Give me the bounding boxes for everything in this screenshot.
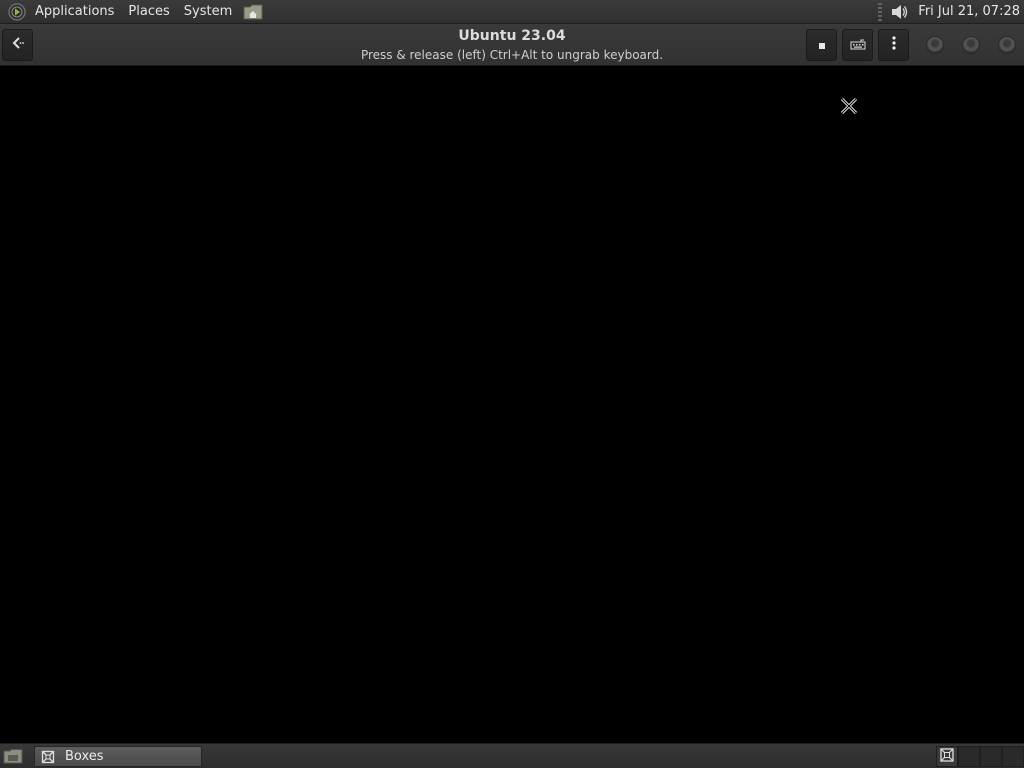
vm-title: Ubuntu 23.04 [458, 28, 566, 44]
workspace-window-icon [939, 747, 955, 767]
back-button[interactable] [2, 29, 33, 61]
boxes-headerbar: Ubuntu 23.04 Press & release (left) Ctrl… [0, 24, 1024, 66]
top-panel: Applications Places System Fri Jul 21, 0… [0, 0, 1024, 24]
home-folder-icon[interactable] [242, 1, 264, 23]
send-keys-button[interactable] [842, 29, 873, 61]
taskbar-item-label: Boxes [65, 749, 104, 764]
bottom-panel: Boxes [0, 743, 1024, 768]
minimize-icon[interactable] [926, 36, 944, 54]
speaker-volume-icon[interactable] [888, 1, 910, 23]
workspace-1[interactable] [936, 746, 958, 767]
workspace-3[interactable] [980, 746, 1002, 767]
stop-square-icon [817, 36, 827, 55]
kebab-menu-icon [891, 35, 897, 55]
workspace-4[interactable] [1002, 746, 1024, 767]
headerbar-title-block: Ubuntu 23.04 Press & release (left) Ctrl… [262, 24, 762, 66]
back-arrow-icon [10, 35, 26, 55]
maximize-icon[interactable] [962, 36, 980, 54]
show-desktop-icon[interactable] [2, 746, 24, 766]
menu-system[interactable]: System [177, 0, 239, 24]
grab-hint: Press & release (left) Ctrl+Alt to ungra… [360, 48, 664, 62]
distro-menu-icon[interactable] [6, 1, 28, 23]
menu-places[interactable]: Places [121, 0, 176, 24]
boxes-app-icon [39, 748, 57, 766]
taskbar-item-boxes[interactable]: Boxes [34, 746, 202, 767]
workspace-2[interactable] [958, 746, 980, 767]
vm-display[interactable] [0, 67, 1024, 743]
menu-applications[interactable]: Applications [28, 0, 121, 24]
close-icon[interactable] [998, 36, 1016, 54]
tray-separator [878, 2, 883, 21]
stop-button[interactable] [806, 29, 837, 61]
x-cursor-icon [839, 96, 859, 116]
view-menu-button[interactable] [878, 29, 909, 61]
clock[interactable]: Fri Jul 21, 07:28 [918, 4, 1024, 19]
keyboard-icon [850, 36, 866, 55]
